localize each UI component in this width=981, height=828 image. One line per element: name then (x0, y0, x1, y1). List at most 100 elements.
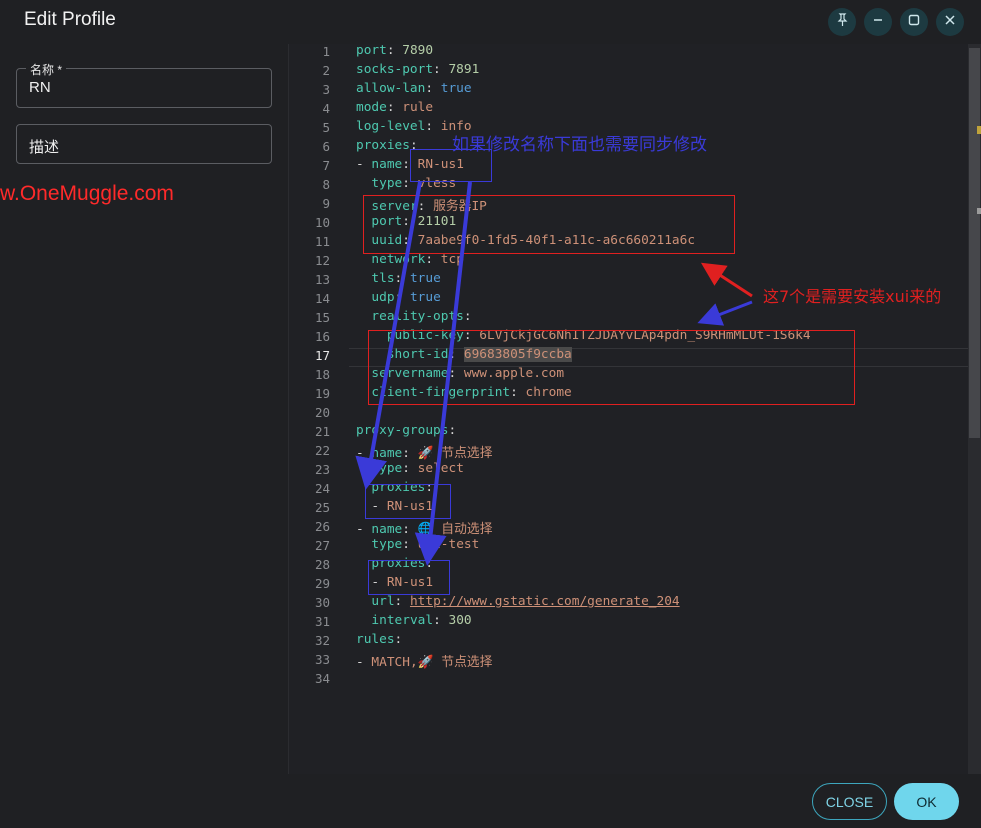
line-number: 27 (314, 538, 330, 553)
code-token: proxies (371, 480, 426, 495)
code-line[interactable]: - name: 🚀 节点选择 (356, 442, 493, 461)
line-number: 14 (314, 291, 330, 306)
code-token: select (417, 461, 464, 476)
close-button[interactable]: CLOSE (812, 783, 887, 820)
code-line[interactable]: - name: RN-us1 (356, 157, 464, 172)
code-token: public-key (386, 328, 464, 343)
code-token: true (409, 290, 441, 305)
code-token: www.apple.com (463, 366, 565, 381)
code-token: tls (371, 271, 395, 286)
ok-button[interactable]: OK (894, 783, 959, 820)
code-line[interactable]: - name: 🌐 自动选择 (356, 518, 493, 537)
code-token: : (448, 423, 457, 438)
line-number: 2 (322, 63, 330, 78)
scrollbar-thumb[interactable] (969, 48, 980, 438)
code-line[interactable]: udp: true (356, 290, 441, 305)
pin-button[interactable] (828, 8, 856, 36)
line-number: 12 (314, 253, 330, 268)
description-field[interactable]: 描述 (16, 124, 272, 164)
code-token: : (402, 461, 418, 476)
line-number: 5 (322, 120, 330, 135)
code-line[interactable]: network: tcp (356, 252, 464, 267)
code-token: : (409, 138, 418, 153)
code-line[interactable]: proxies: (356, 556, 433, 571)
code-line[interactable]: reality-opts: (356, 309, 472, 324)
line-number: 9 (322, 196, 330, 211)
code-line[interactable]: rules: (356, 632, 402, 647)
name-field[interactable]: 名称 * RN (16, 61, 272, 108)
line-number: 1 (322, 44, 330, 59)
code-token: port (356, 43, 387, 58)
close-icon (943, 13, 957, 31)
code-line[interactable]: short-id: 69683805f9ccba (356, 347, 572, 362)
code-line[interactable]: type: url-test (356, 537, 479, 552)
code-line[interactable]: mode: rule (356, 100, 433, 115)
code-line[interactable]: proxy-groups: (356, 423, 456, 438)
code-token: name (371, 157, 403, 172)
code-token: : (402, 233, 418, 248)
code-token: - (356, 522, 372, 537)
code-token: chrome (525, 385, 572, 400)
code-line[interactable]: - RN-us1 (356, 575, 433, 590)
code-token: : (433, 613, 449, 628)
name-field-value[interactable]: RN (29, 79, 51, 96)
code-token: udp (371, 290, 395, 305)
code-token: reality-opts (371, 309, 464, 324)
code-token: socks-port (356, 62, 434, 77)
code-token: server (371, 199, 418, 214)
code-line[interactable]: socks-port: 7891 (356, 62, 479, 77)
line-number: 32 (314, 633, 330, 648)
code-line[interactable]: type: select (356, 461, 464, 476)
line-number: 29 (314, 576, 330, 591)
code-line[interactable]: type: vless (356, 176, 456, 191)
code-token: proxies (356, 138, 410, 153)
code-token: mode (356, 100, 387, 115)
code-token: RN-us1 (386, 499, 434, 514)
code-line[interactable]: tls: true (356, 271, 440, 286)
code-line[interactable]: server: 服务器IP (356, 195, 486, 214)
code-token: port (371, 214, 403, 229)
code-line[interactable]: proxies: (356, 138, 418, 153)
minimize-icon (871, 13, 885, 31)
close-window-button[interactable] (936, 8, 964, 36)
annotation-rename-note: 如果修改名称下面也需要同步修改 (452, 135, 707, 155)
code-line[interactable]: port: 21101 (356, 214, 456, 229)
code-token: type (371, 537, 403, 552)
code-line[interactable]: allow-lan: true (356, 81, 472, 96)
code-line[interactable]: url: http://www.gstatic.com/generate_204 (356, 594, 679, 609)
minimize-button[interactable] (864, 8, 892, 36)
code-token: rule (402, 100, 434, 115)
dialog-title: Edit Profile (24, 9, 116, 30)
line-number: 33 (314, 652, 330, 667)
code-token: RN-us1 (386, 575, 434, 590)
scrollbar-warning-marker (977, 126, 981, 134)
code-line[interactable]: servername: www.apple.com (356, 366, 564, 381)
code-line[interactable]: - RN-us1 (356, 499, 433, 514)
line-number: 34 (314, 671, 330, 686)
code-line[interactable]: - MATCH,🚀 节点选择 (356, 651, 492, 670)
code-token: : (417, 199, 434, 214)
code-token: servername (371, 366, 449, 381)
code-token: : (402, 446, 418, 461)
code-line[interactable]: proxies: (356, 480, 433, 495)
code-token: client-fingerprint (371, 385, 511, 400)
code-line[interactable]: uuid: 7aabe9f0-1fd5-40f1-a11c-a6c660211a… (356, 233, 695, 248)
annotation-install-note: 这7个是需要安装xui来的 (763, 287, 942, 306)
code-token: 21101 (417, 214, 457, 229)
code-line[interactable]: client-fingerprint: chrome (356, 385, 572, 400)
maximize-button[interactable] (900, 8, 928, 36)
code-line[interactable]: interval: 300 (356, 613, 471, 628)
code-token: : (386, 43, 403, 58)
code-line[interactable]: port: 7890 (356, 43, 433, 58)
code-line[interactable]: public-key: 6LVjCkjGC6NhITZJDAYvLAp4pdn_… (356, 328, 811, 343)
line-number: 7 (322, 158, 330, 173)
code-token: : (463, 309, 472, 324)
code-token: 7891 (448, 62, 480, 77)
code-token: short-id (386, 347, 449, 362)
line-number: 21 (314, 424, 330, 439)
code-token: tcp (440, 252, 464, 267)
